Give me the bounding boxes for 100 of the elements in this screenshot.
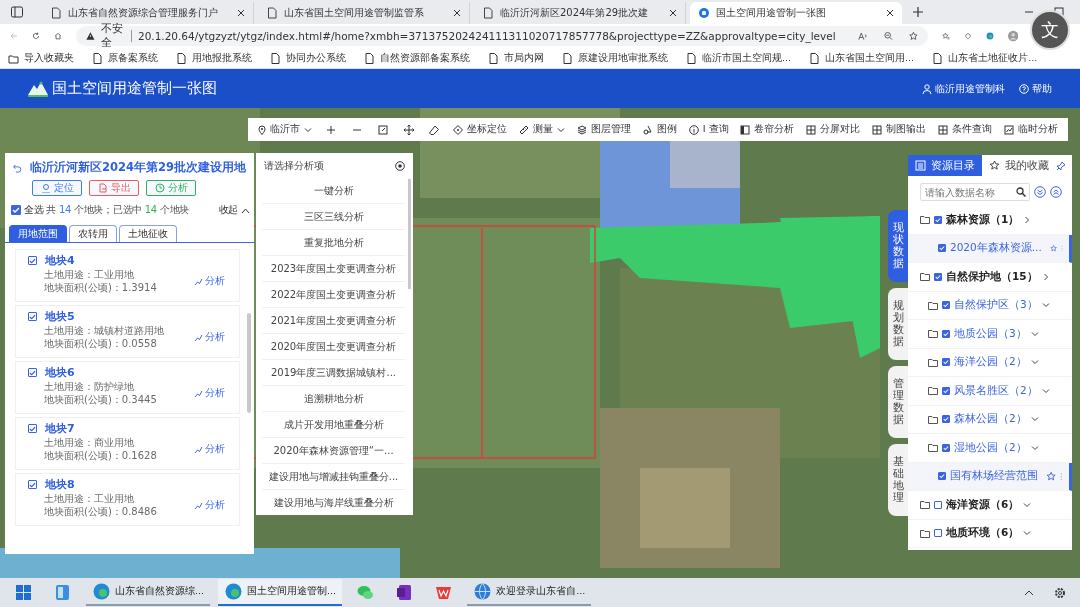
tree-folder-item[interactable]: 自然保护区（3） (908, 291, 1072, 320)
measure-dropdown[interactable]: 测量 (517, 123, 568, 136)
close-icon[interactable] (395, 161, 405, 171)
help-link[interactable]: 帮助 (1019, 81, 1052, 96)
locate-button[interactable]: 定位 (32, 180, 82, 196)
checkbox[interactable] (28, 424, 37, 433)
collapse-all-icon[interactable] (1050, 186, 1062, 198)
tree-folder-item[interactable]: 海洋资源（6） (908, 491, 1072, 520)
bookmark[interactable]: 原备案系统 (92, 51, 158, 65)
analyze-link[interactable]: 分析 (194, 442, 225, 456)
zoom-icon[interactable] (883, 30, 893, 42)
analyze-link[interactable]: 分析 (194, 498, 225, 512)
analyze-link[interactable]: 分析 (194, 274, 225, 288)
tab[interactable]: 土地征收 (119, 225, 177, 242)
toolbar-button[interactable]: 制图输出 (870, 123, 929, 136)
checkbox[interactable] (28, 312, 37, 321)
close-icon[interactable] (886, 9, 894, 17)
tree-layer-item[interactable]: 2020年森林资源... (908, 234, 1072, 263)
bookmark[interactable]: 导入收藏夹 (8, 51, 74, 65)
analysis-option[interactable]: 一键分析 (262, 178, 405, 204)
side-tab[interactable]: 基础地理 (888, 444, 908, 516)
expand-all-icon[interactable] (1034, 186, 1046, 198)
fullscreen-icon[interactable] (377, 124, 388, 135)
checkbox[interactable] (28, 368, 37, 377)
toolbar-button[interactable]: 条件查询 (936, 123, 995, 136)
tab[interactable]: 农转用 (69, 225, 117, 242)
toolbar-button[interactable]: 图层管理 (575, 123, 633, 136)
search-field[interactable]: 请输入数据名称 (920, 183, 1030, 201)
checkbox[interactable] (942, 329, 950, 338)
checkbox[interactable] (938, 244, 946, 253)
analysis-option[interactable]: 2022年度国土变更调查分析 (262, 282, 405, 308)
analyze-link[interactable]: 分析 (194, 386, 225, 400)
analysis-option[interactable]: 建设用地与海岸线重叠分析 (262, 490, 405, 515)
bookmark[interactable]: 山东省土地征收片... (932, 51, 1038, 65)
tree-folder-item[interactable]: 森林公园（2） (908, 405, 1072, 434)
analysis-option[interactable]: 2020年森林资源管理“一... (262, 438, 405, 464)
analysis-option[interactable]: 2020年度国土变更调查分析 (262, 334, 405, 360)
taskbar-app[interactable]: 国土空间用途管制... (218, 579, 343, 606)
tree-folder-item[interactable]: 森林资源（1） (908, 206, 1072, 235)
checkbox[interactable] (942, 386, 950, 395)
eraser-icon[interactable] (429, 124, 440, 135)
star-icon[interactable] (1046, 470, 1057, 482)
app-window-icon[interactable] (53, 583, 72, 602)
side-tab[interactable]: 管理数据 (888, 366, 908, 438)
bookmark[interactable]: 自然资源部备案系统 (364, 51, 470, 65)
star-icon[interactable] (1049, 242, 1057, 254)
star-icon[interactable] (908, 30, 918, 42)
analysis-option[interactable]: 建设用地与增减挂钩重叠分... (262, 464, 405, 490)
toolbar-button[interactable]: 卷帘分析 (738, 123, 797, 136)
checkbox[interactable] (11, 205, 21, 215)
select-all-label[interactable]: 全选 (24, 203, 44, 217)
checkbox[interactable] (28, 256, 37, 265)
tab[interactable]: 资源目录 (908, 155, 982, 176)
analysis-option[interactable]: 重复批地分析 (262, 230, 405, 256)
scrollbar[interactable] (408, 179, 411, 289)
analysis-option[interactable]: 三区三线分析 (262, 204, 405, 230)
close-icon[interactable] (453, 9, 461, 17)
new-tab-icon[interactable] (912, 6, 924, 18)
gear-icon[interactable] (1054, 586, 1066, 599)
checkbox[interactable] (942, 301, 950, 310)
analyze-link[interactable]: 分析 (194, 330, 225, 344)
analysis-option[interactable]: 2021年度国土变更调查分析 (262, 308, 405, 334)
analysis-option[interactable]: 2023年度国土变更调查分析 (262, 256, 405, 282)
windows-logo-icon[interactable] (14, 583, 33, 602)
browser-tab[interactable]: 国土空间用途管制一张图 (690, 2, 902, 24)
bookmark[interactable]: 山东省国土空间用... (809, 51, 915, 65)
analysis-option[interactable]: 追溯耕地分析 (262, 386, 405, 412)
bookmark[interactable]: 市局内网 (488, 51, 544, 65)
search-icon[interactable] (1016, 187, 1026, 197)
tree-folder-item[interactable]: 地质环境（6） (908, 519, 1072, 548)
scrollbar[interactable] (247, 313, 251, 413)
city-dropdown[interactable]: 临沂市 (256, 123, 314, 136)
toolbar-button[interactable]: 图例 (640, 123, 679, 136)
toolbar-button[interactable]: 分屏对比 (804, 123, 863, 136)
move-arrows-icon[interactable] (403, 124, 414, 135)
checkbox[interactable] (28, 480, 37, 489)
pin-icon[interactable] (1056, 160, 1066, 171)
tree-folder-item[interactable]: 自然保护地（15） (908, 263, 1072, 292)
read-aloud-icon[interactable] (857, 30, 868, 42)
close-icon[interactable] (669, 9, 677, 17)
checkbox[interactable] (942, 443, 950, 452)
toolbar-button[interactable]: 坐标定位 (451, 123, 510, 136)
toolbar-button[interactable]: I 查询 (686, 123, 731, 136)
tab[interactable]: 用地范围 (9, 225, 67, 242)
tree-folder-item[interactable]: 风景名胜区（2） (908, 377, 1072, 406)
tree-folder-item[interactable]: 湿地公园（2） (908, 434, 1072, 463)
checkbox[interactable] (934, 272, 942, 281)
checkbox[interactable] (934, 500, 942, 509)
analysis-option[interactable]: 成片开发用地重叠分析 (262, 412, 405, 438)
collapse-button[interactable]: 收起 (218, 203, 250, 217)
user-menu[interactable]: 临沂用途管制科 (922, 81, 1005, 96)
analysis-option[interactable]: 2019年度三调数据城镇村... (262, 360, 405, 386)
checkbox[interactable] (938, 472, 946, 481)
checkbox[interactable] (942, 358, 950, 367)
taskbar-app[interactable]: 欢迎登录山东省自... (467, 579, 592, 606)
tree-layer-item[interactable]: 国有林场经营范围 (908, 462, 1072, 491)
side-tab[interactable]: 规划数据 (888, 288, 908, 360)
bookmark[interactable]: 协同办公系统 (270, 51, 346, 65)
tree-folder-item[interactable]: 海洋公园（2） (908, 348, 1072, 377)
taskbar-app[interactable]: 山东省自然资源综... (86, 579, 211, 606)
